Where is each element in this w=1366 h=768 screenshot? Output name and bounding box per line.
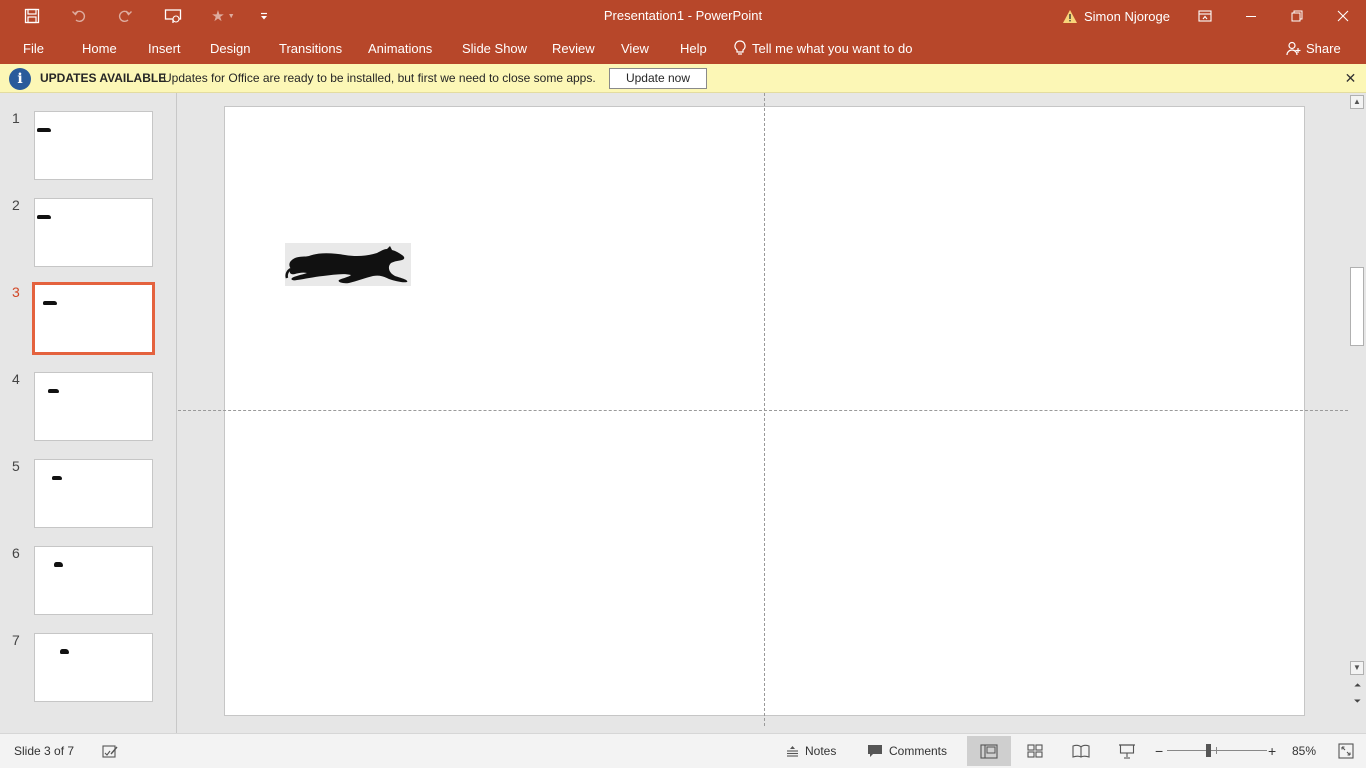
zoom-slider-thumb[interactable] <box>1206 744 1211 757</box>
tab-animations[interactable]: Animations <box>368 32 432 64</box>
comments-label: Comments <box>889 744 948 758</box>
slide-sorter-icon[interactable] <box>1013 736 1057 766</box>
zoom-slider-center-mark <box>1216 747 1217 754</box>
update-notification-bar: i UPDATES AVAILABLE Updates for Office a… <box>0 64 1366 93</box>
notes-icon <box>786 745 799 757</box>
zoom-slider[interactable] <box>1167 750 1267 751</box>
tab-design[interactable]: Design <box>210 32 250 64</box>
undo-icon[interactable] <box>66 0 92 32</box>
slide-number: 2 <box>12 197 20 213</box>
slide-thumbnail[interactable]: 1 <box>0 110 177 180</box>
cat-image-thumb <box>43 301 57 305</box>
update-now-button[interactable]: Update now <box>609 68 707 89</box>
slide-preview[interactable] <box>34 372 153 441</box>
restore-icon[interactable] <box>1274 0 1320 32</box>
info-icon: i <box>9 68 31 90</box>
reading-view-icon[interactable] <box>1059 736 1103 766</box>
slide-preview-selected[interactable] <box>32 282 155 355</box>
slide-number: 5 <box>12 458 20 474</box>
cat-image-thumb <box>37 215 51 219</box>
cat-image[interactable] <box>285 243 411 286</box>
tab-insert[interactable]: Insert <box>148 32 181 64</box>
slide-thumbnail[interactable]: 7 <box>0 632 177 702</box>
ribbon-display-icon[interactable] <box>1182 0 1228 32</box>
share-button[interactable]: Share <box>1286 32 1341 64</box>
normal-view-icon[interactable] <box>967 736 1011 766</box>
slide-preview[interactable] <box>34 111 153 180</box>
comment-icon <box>867 744 883 758</box>
fit-to-window-icon[interactable] <box>1338 734 1354 768</box>
close-icon[interactable] <box>1320 0 1366 32</box>
comments-button[interactable]: Comments <box>867 734 947 768</box>
customize-qat-icon[interactable] <box>256 0 272 32</box>
zoom-out-button[interactable]: − <box>1155 734 1163 768</box>
tab-slide-show[interactable]: Slide Show <box>462 32 527 64</box>
scroll-up-icon[interactable]: ▲ <box>1350 95 1364 109</box>
minimize-icon[interactable] <box>1228 0 1274 32</box>
ribbon-tabs: File Home Insert Design Transitions Anim… <box>0 32 1366 64</box>
slide-number: 3 <box>12 284 20 300</box>
cat-image-thumb <box>54 562 63 567</box>
close-notification-icon[interactable]: ✕ <box>1342 70 1359 87</box>
cat-image-thumb <box>37 128 51 132</box>
slide-preview[interactable] <box>34 459 153 528</box>
tell-me-search[interactable]: Tell me what you want to do <box>734 32 912 64</box>
update-message: Updates for Office are ready to be insta… <box>163 71 596 85</box>
status-bar: Slide 3 of 7 Notes Comments − + 85% <box>0 733 1366 768</box>
vertical-scrollbar[interactable] <box>1348 93 1366 733</box>
cat-image-thumb <box>60 649 69 654</box>
account-user[interactable]: Simon Njoroge <box>1062 0 1170 32</box>
warning-icon <box>1062 9 1078 24</box>
redo-icon[interactable] <box>112 0 138 32</box>
scroll-down-icon[interactable]: ▼ <box>1350 661 1364 675</box>
slide-number: 4 <box>12 371 20 387</box>
tab-home[interactable]: Home <box>82 32 117 64</box>
notes-label: Notes <box>805 744 837 758</box>
slide-show-icon[interactable] <box>1105 736 1149 766</box>
slide-count: Slide 3 of 7 <box>14 744 75 758</box>
zoom-in-button[interactable]: + <box>1268 734 1276 768</box>
slide-thumbnail[interactable]: 4 <box>0 371 177 441</box>
horizontal-guide[interactable] <box>178 410 1348 411</box>
share-label: Share <box>1306 40 1341 56</box>
tell-me-label: Tell me what you want to do <box>752 40 913 56</box>
person-icon <box>1286 41 1301 56</box>
present-from-beginning-icon[interactable] <box>160 0 186 32</box>
tab-view[interactable]: View <box>621 32 649 64</box>
scrollbar-thumb[interactable] <box>1350 267 1364 346</box>
slide-thumbnail-active[interactable]: 3 <box>0 282 177 355</box>
zoom-level[interactable]: 85% <box>1292 734 1316 768</box>
tab-file[interactable]: File <box>23 32 44 64</box>
slide-thumbnail[interactable]: 5 <box>0 458 177 528</box>
slide-number: 6 <box>12 545 20 561</box>
cat-image-thumb <box>48 389 59 393</box>
update-title: UPDATES AVAILABLE <box>40 71 167 85</box>
slide-number: 1 <box>12 110 20 126</box>
user-name: Simon Njoroge <box>1084 8 1170 24</box>
slide-thumbnail[interactable]: 2 <box>0 197 177 267</box>
tab-transitions[interactable]: Transitions <box>279 32 342 64</box>
star-icon[interactable]: ★ ▼ <box>206 0 240 32</box>
lightbulb-icon <box>734 40 746 56</box>
cat-image-thumb <box>52 476 62 480</box>
slide-number: 7 <box>12 632 20 648</box>
save-icon[interactable] <box>18 0 46 32</box>
previous-slide-icon[interactable]: ⏶ <box>1351 679 1364 692</box>
notes-button[interactable]: Notes <box>786 734 836 768</box>
tab-help[interactable]: Help <box>680 32 707 64</box>
slide-preview[interactable] <box>34 633 153 702</box>
slide-thumbnail[interactable]: 6 <box>0 545 177 615</box>
tab-review[interactable]: Review <box>552 32 595 64</box>
title-bar: ★ ▼ Presentation1 - PowerPoint Simon Njor… <box>0 0 1366 32</box>
spelling-check-icon[interactable] <box>102 734 119 768</box>
slide-preview[interactable] <box>34 546 153 615</box>
slide-preview[interactable] <box>34 198 153 267</box>
next-slide-icon[interactable]: ⏷ <box>1351 695 1364 708</box>
